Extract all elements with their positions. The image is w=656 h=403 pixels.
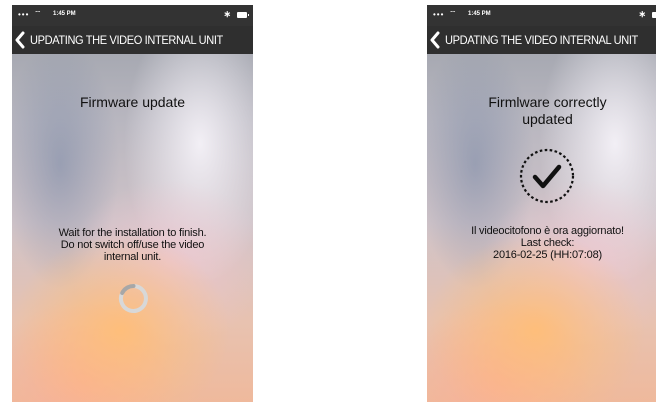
phone-screen-firmware-updated: ••• ⌔ 1:45 PM ∗ UPDATING THE VIDEO INTER… xyxy=(427,5,656,402)
checkmark-circle-icon xyxy=(519,148,575,204)
status-message-line: Wait for the installation to finish. xyxy=(58,227,207,239)
page-title: UPDATING THE VIDEO INTERNAL UNIT xyxy=(30,33,223,47)
wifi-icon: ⌔ xyxy=(34,9,42,18)
wifi-icon: ⌔ xyxy=(449,9,457,18)
battery-icon xyxy=(652,12,656,18)
status-bar: ••• ⌔ 1:45 PM ∗ xyxy=(12,5,253,26)
screen-title: Firmlware correctly updated xyxy=(427,94,656,128)
page-title: UPDATING THE VIDEO INTERNAL UNIT xyxy=(445,33,638,47)
signal-indicator: ••• xyxy=(433,10,445,19)
bluetooth-icon: ∗ xyxy=(223,9,231,19)
status-message-line: Do not switch off/use the video xyxy=(60,239,205,251)
status-bar: ••• ⌔ 1:45 PM ∗ xyxy=(427,5,656,26)
bluetooth-icon: ∗ xyxy=(638,9,646,19)
navigation-bar: UPDATING THE VIDEO INTERNAL UNIT xyxy=(12,26,253,54)
signal-indicator: ••• xyxy=(18,10,30,19)
status-message-line: Il videocitofono è ora aggiornato! xyxy=(471,225,624,237)
chevron-left-icon[interactable] xyxy=(429,31,441,49)
status-message-line: 2016-02-25 (HH:07:08) xyxy=(493,249,602,261)
status-time: 1:45 PM xyxy=(468,11,491,17)
phone-screen-firmware-update: ••• ⌔ 1:45 PM ∗ UPDATING THE VIDEO INTER… xyxy=(12,5,253,402)
status-message: Wait for the installation to finish. Do … xyxy=(12,227,253,263)
status-message-line: Last check: xyxy=(520,237,575,249)
screen-title-line: updated xyxy=(522,111,573,127)
spinner-icon xyxy=(118,283,148,313)
chevron-left-icon[interactable] xyxy=(14,31,26,49)
screen-title: Firmware update xyxy=(79,94,186,110)
status-message-line: internal unit. xyxy=(103,251,162,263)
navigation-bar: UPDATING THE VIDEO INTERNAL UNIT xyxy=(427,26,656,54)
status-time: 1:45 PM xyxy=(53,11,76,17)
status-message: Il videocitofono è ora aggiornato! Last … xyxy=(427,225,656,261)
battery-icon xyxy=(237,12,249,18)
screen-title-line: Firmlware correctly xyxy=(488,94,607,110)
